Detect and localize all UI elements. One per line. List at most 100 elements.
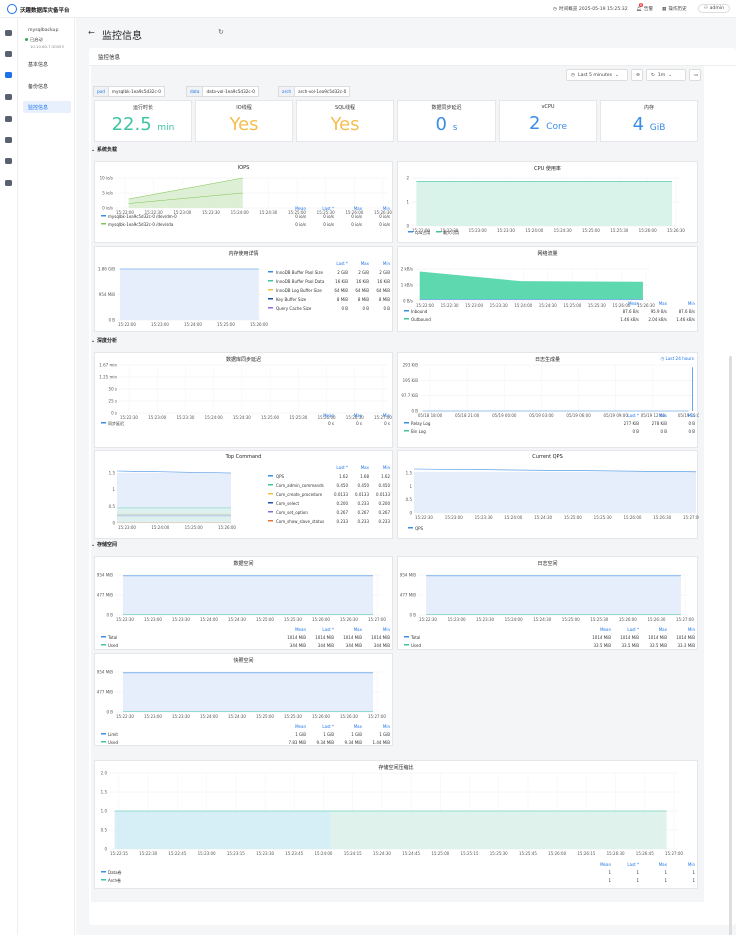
legend-value: 1	[636, 870, 639, 875]
time-range-picker[interactable]: ◷ Last 5 minutes ⌄	[566, 69, 628, 81]
legend-header: Last *	[627, 413, 639, 418]
x-tick-label: 15:24:30	[228, 617, 246, 622]
panel-snap[interactable]: 快照空间 954 MiB 477 MiB 0 B 15:22:30 15:23:00 15:…	[94, 653, 393, 746]
legend-swatch	[101, 644, 106, 646]
x-tick-label: 15:24:30	[373, 851, 391, 856]
legend-label: Query Cache Size	[276, 306, 312, 311]
y-tick-label: 954 MiB	[97, 573, 113, 578]
legend-value: 1 GiB	[379, 732, 390, 737]
legend-value: 0 B	[688, 429, 695, 434]
legend-value: 278 KiB	[652, 421, 668, 426]
legend-header: Max	[361, 465, 370, 470]
legend-value: 8 MiB	[358, 297, 369, 302]
folder-icon[interactable]	[5, 137, 12, 143]
nav-backup-info[interactable]: 备份信息	[23, 80, 71, 92]
y-tick-label: 954 MiB	[99, 292, 115, 297]
y-tick-label: 1	[406, 200, 409, 205]
panel-qps[interactable]: Current QPS 1.5 1 0.5 0 15:22:30 15:23:00 15:23…	[397, 450, 699, 539]
legend-label: Com_select	[276, 501, 299, 506]
panel-net[interactable]: 网络流量 2 kB/s 1 kB/s 0 B/s 15:22:00 15:22:30 15:…	[397, 246, 698, 332]
nav-basic-info[interactable]: 基本信息	[23, 58, 71, 70]
legend-value: 9.34 MiB	[317, 740, 335, 745]
panel-log[interactable]: 日志生成量 ◷ Last 24 hours 293 KiB 195 KiB 97.7 K…	[397, 352, 699, 448]
panel-logspace[interactable]: 日志空间 954 MiB 477 MiB 0 B 15:22:30 15:23:00 15:…	[397, 556, 698, 650]
task-icon[interactable]	[5, 116, 12, 122]
legend-value: 277 KiB	[624, 421, 640, 426]
panel-cpu[interactable]: CPU 使用率 2 1 0 15:22:00 15:22:30 15:23:00 15:23:…	[397, 161, 698, 243]
icon-rail	[0, 18, 18, 935]
nav-monitor-info[interactable]: 监控信息	[23, 101, 71, 113]
x-tick-label: 15:22:30	[120, 415, 138, 420]
tv-mode-button[interactable]: ▭	[689, 69, 701, 81]
y-tick-label: 1.5	[406, 471, 413, 476]
var-data[interactable]: data data-vol-1ea9c5d32c-0	[186, 86, 259, 97]
x-tick-label: 15:26:45	[636, 851, 654, 856]
x-tick-label: 15:23:00	[469, 228, 487, 233]
x-tick-label: 15:24:30	[533, 617, 551, 622]
x-tick-label: 15:22:30	[415, 515, 433, 520]
row-system-load[interactable]: ⌄ 系统负载	[91, 146, 117, 153]
panel-mem[interactable]: 内存使用详情 1.86 GiB 954 MiB 0 B 15:22:00 15:23:00…	[94, 246, 393, 332]
x-tick-label: 15:25:30	[284, 714, 302, 719]
var-pod[interactable]: pod mysqlbk-1ea9c5d32c-0	[93, 86, 165, 97]
restore-icon[interactable]	[5, 158, 12, 164]
panel-ratio[interactable]: 存储空间压缩比 2.0 1.5 1.0 0.5 0 15:22:15 15:22:30 15:2…	[94, 760, 698, 889]
refresh-icon[interactable]: ↻	[218, 28, 224, 36]
time-overview[interactable]: ◷ 时间概览 2025-05-19 15:25:32	[553, 6, 628, 13]
y-tick-label: 0	[406, 224, 409, 229]
legend-value: 1	[664, 870, 667, 875]
legend-header: Min	[383, 627, 391, 632]
legend-header: Max	[354, 206, 363, 211]
x-tick-label: 15:24:30	[539, 303, 557, 308]
legend-header: Max	[659, 413, 668, 418]
monitor-icon[interactable]	[5, 51, 12, 57]
legend-value: 0.200	[379, 501, 391, 506]
panel-dataspace[interactable]: 数据空间 954 MiB 477 MiB 0 B 15:22:30 15:23:00 15:…	[94, 556, 393, 650]
user-menu[interactable]: ⚇ admin	[698, 4, 730, 13]
legend-header: Max	[659, 862, 668, 867]
legend-swatch	[404, 310, 409, 312]
zoom-out-button[interactable]: ⊖	[631, 69, 643, 81]
chat-icon[interactable]	[5, 180, 12, 186]
x-tick-label: 15:26:30	[667, 228, 685, 233]
x-tick-label: 15:23:30	[202, 210, 220, 215]
alerts-button[interactable]: 🔔︎ 8 告警	[636, 3, 653, 12]
legend-value: 1.62	[339, 474, 348, 479]
legend-value: 8 MiB	[379, 297, 390, 302]
x-tick-label: 15:23:45	[285, 851, 303, 856]
x-tick-label: 15:24:00	[205, 415, 223, 420]
storage-icon[interactable]	[5, 94, 12, 100]
x-tick-label: 15:24:30	[554, 228, 572, 233]
legend-label: QPS	[276, 474, 285, 479]
panel-iops[interactable]: IOPS 10 io/s 5 io/s 0 io/s 15:22:00 15:22:30 1…	[94, 161, 393, 243]
y-tick-label: 1.67 min	[99, 363, 117, 368]
panel-topcmd[interactable]: Top Command 1.5 1 0.5 0 15:23:00 15:24:00 15:25…	[94, 450, 393, 539]
legend-value: 16 KiB	[335, 279, 348, 284]
row-deep-analysis[interactable]: ⌄ 深度分析	[91, 337, 117, 344]
x-tick-label: 15:23:30	[176, 415, 194, 420]
back-arrow-icon[interactable]: ←	[88, 28, 95, 37]
panel-lag[interactable]: 数据库同步延迟 1.67 min 1.25 min 50 s 25 s0 s 15:22:…	[94, 352, 393, 448]
legend-header: Mean	[323, 413, 334, 418]
database-icon[interactable]	[5, 72, 12, 78]
x-tick-label: 15:24:00	[504, 515, 522, 520]
var-arch[interactable]: arch arch-vol-1ea9c5d32c-0	[278, 86, 351, 97]
row-storage[interactable]: ⌄ 存储空间	[91, 541, 117, 548]
dashboard-icon[interactable]	[5, 30, 12, 36]
ops-history-button[interactable]: ▦ 操作历史	[662, 6, 687, 13]
legend-value: 1014 MiB	[315, 635, 334, 640]
refresh-interval-picker[interactable]: ↻ 1m ⌄	[646, 69, 686, 81]
legend-value: 1014 MiB	[343, 635, 362, 640]
legend-value: 0 B	[632, 429, 639, 434]
legend-value: 1	[692, 878, 695, 883]
legend-value: 0 io/s	[351, 214, 362, 219]
legend-value: 1.46 kB/s	[676, 317, 695, 322]
legend-value: 16 KiB	[377, 279, 390, 284]
legend-value: 0 B	[362, 306, 369, 311]
scrollbar[interactable]	[729, 356, 732, 935]
chart-qps: 1.5 1 0.5 015:22:30 15:23:00 15:23:30 15:24:00…	[406, 468, 699, 531]
series-area	[117, 508, 231, 523]
legend-label: Used	[411, 643, 421, 648]
x-tick-label: 15:24:45	[402, 851, 420, 856]
x-tick-label: 15:26:15	[577, 851, 595, 856]
